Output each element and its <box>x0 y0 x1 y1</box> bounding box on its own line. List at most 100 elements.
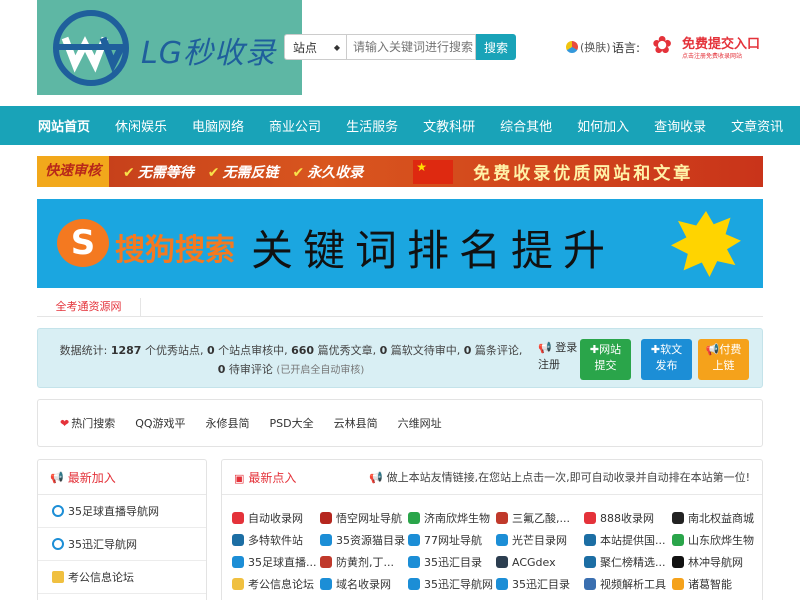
publish-article-button[interactable]: ✚软文 发布 <box>641 339 692 380</box>
search-type-select[interactable]: 站点 ◆ <box>284 34 346 60</box>
site-favicon-icon <box>496 534 508 546</box>
nav-computer[interactable]: 电脑网络 <box>192 116 244 135</box>
site-link[interactable]: 悟空网址导航 <box>320 510 408 526</box>
site-link-label: 考公信息论坛 <box>248 578 314 591</box>
site-link[interactable]: 南北权益商城 <box>672 510 760 526</box>
site-link-label: 防黄剂,丁... <box>336 556 394 569</box>
megaphone-icon: 📢 <box>369 471 384 484</box>
chevron-updown-icon: ◆ <box>333 42 340 52</box>
free-submit-title: 免费提交入口 <box>682 37 761 52</box>
list-item[interactable]: 35迅汇导航网 <box>38 528 206 561</box>
grid-icon: ▣ <box>234 471 245 485</box>
search-input[interactable] <box>346 34 476 60</box>
nav-other[interactable]: 综合其他 <box>500 116 552 135</box>
site-link[interactable]: 35足球直播... <box>232 554 320 570</box>
submit-site-button[interactable]: ✚网站 提交 <box>580 339 631 380</box>
check-icon: ✔ <box>292 164 305 181</box>
nav-leisure[interactable]: 休闲娱乐 <box>115 116 167 135</box>
site-link-label: 35足球直播... <box>248 556 317 569</box>
paid-link-button[interactable]: 📢付费 上链 <box>698 339 749 380</box>
site-favicon-icon <box>672 556 684 568</box>
promo-banner-fast-review[interactable]: 快速审核 ✔无需等待 ✔无需反链 ✔永久收录 免费收录优质网站和文章 <box>37 156 763 187</box>
site-favicon-icon <box>496 578 508 590</box>
panel-header: 📢 最新加入 <box>38 460 206 495</box>
palette-icon <box>566 41 578 53</box>
search-button[interactable]: 搜索 <box>476 34 516 60</box>
register-link[interactable]: 注册 <box>538 358 560 371</box>
hot-search-item[interactable]: PSD大全 <box>270 415 314 431</box>
header: LG秒收录 站点 ◆ 搜索 (换肤) 语言: ✿ 免费提交入口 点击注册免费收录… <box>0 0 800 106</box>
site-link[interactable]: 光芒目录网 <box>496 532 584 548</box>
site-link-label: 35迅汇目录 <box>424 556 482 569</box>
site-link[interactable]: 多特软件站 <box>232 532 320 548</box>
plus-icon: ✚ <box>650 343 661 356</box>
megaphone-icon: 📢 <box>50 470 64 484</box>
site-link[interactable]: 域名收录网 <box>320 576 408 592</box>
nav-how-to-join[interactable]: 如何加入 <box>577 116 629 135</box>
nav-education[interactable]: 文教科研 <box>423 116 475 135</box>
hot-search-item[interactable]: 六维网址 <box>398 415 442 431</box>
site-link[interactable]: 三氟乙酸,... <box>496 510 584 526</box>
china-flag-icon <box>413 159 454 184</box>
site-favicon-icon <box>320 512 332 524</box>
site-link-label: 888收录网 <box>600 512 654 525</box>
site-link-label: 35迅汇目录 <box>512 578 570 591</box>
site-link[interactable]: 本站提供国... <box>584 532 672 548</box>
site-favicon-icon <box>584 578 596 590</box>
site-link[interactable]: 济南欣烨生物 <box>408 510 496 526</box>
stats-panel: 数据统计: 1287 个优秀站点, 0 个站点审核中, 660 篇优秀文章, 0… <box>37 328 763 388</box>
site-link[interactable]: 自动收录网 <box>232 510 320 526</box>
hot-search-item[interactable]: QQ游戏平 <box>135 415 185 431</box>
panel-header: ▣ 最新点入 📢 做上本站友情链接,在您站上点击一次,即可自动收录并自动排在本站第… <box>222 460 762 495</box>
text-ad-link[interactable]: 全考通资源网 <box>37 298 141 317</box>
site-link[interactable]: 防黄剂,丁... <box>320 554 408 570</box>
panel-title: 最新加入 <box>67 470 116 485</box>
site-link[interactable]: 35迅汇目录 <box>408 554 496 570</box>
stats-text: 数据统计: 1287 个优秀站点, 0 个站点审核中, 660 篇优秀文章, 0… <box>59 344 523 376</box>
hot-search-item[interactable]: 永修县简 <box>206 415 250 431</box>
latest-join-panel: 📢 最新加入 35足球直播导航网 35迅汇导航网 考公信息论坛 <box>37 459 207 600</box>
skin-label: (换肤) <box>580 41 611 54</box>
site-link-label: 山东欣烨生物 <box>688 534 754 547</box>
latest-click-panel: ▣ 最新点入 📢 做上本站友情链接,在您站上点击一次,即可自动收录并自动排在本站第… <box>221 459 763 600</box>
site-favicon-icon <box>408 512 420 524</box>
site-link[interactable]: 35资源猫目录 <box>320 532 408 548</box>
site-link[interactable]: 77网址导航 <box>408 532 496 548</box>
hot-search-item[interactable]: 云林县简 <box>334 415 378 431</box>
skin-switch[interactable]: (换肤) <box>566 39 611 55</box>
site-link[interactable]: 35迅汇导航网 <box>408 576 496 592</box>
login-link[interactable]: 登录 <box>555 341 577 354</box>
nav-business[interactable]: 商业公司 <box>269 116 321 135</box>
site-link[interactable]: 山东欣烨生物 <box>672 532 760 548</box>
site-favicon-icon <box>672 578 684 590</box>
site-link[interactable]: 35迅汇目录 <box>496 576 584 592</box>
site-link[interactable]: ACGdex <box>496 554 584 570</box>
flower-icon: ✿ <box>652 31 673 59</box>
site-link[interactable]: 诸葛智能 <box>672 576 760 592</box>
nav-home[interactable]: 网站首页 <box>38 116 90 135</box>
main-nav: 网站首页 休闲娱乐 电脑网络 商业公司 生活服务 文教科研 综合其他 如何加入 … <box>0 106 800 145</box>
language-label[interactable]: 语言: <box>612 39 640 56</box>
nav-check-index[interactable]: 查询收录 <box>654 116 706 135</box>
site-icon <box>52 505 64 517</box>
promo-banner-sogou[interactable]: S 搜狗搜索 关键词排名提升 <box>37 199 763 288</box>
nav-articles[interactable]: 文章资讯 <box>731 116 783 135</box>
site-icon <box>52 571 64 583</box>
list-item[interactable]: 35足球直播导航网 <box>38 495 206 528</box>
site-favicon-icon <box>408 556 420 568</box>
site-favicon-icon <box>408 534 420 546</box>
site-link[interactable]: 视频解析工具 <box>584 576 672 592</box>
search-type-value: 站点 <box>293 40 318 55</box>
site-favicon-icon <box>584 556 596 568</box>
site-link[interactable]: 888收录网 <box>584 510 672 526</box>
site-link[interactable]: 考公信息论坛 <box>232 576 320 592</box>
nav-life[interactable]: 生活服务 <box>346 116 398 135</box>
latest-click-grid: 自动收录网 悟空网址导航 济南欣烨生物 三氟乙酸,... 888收录网 南北权益商城多特软… <box>232 510 762 592</box>
site-link[interactable]: 林冲导航网 <box>672 554 760 570</box>
site-link[interactable]: 聚仁榜精选... <box>584 554 672 570</box>
list-item[interactable]: 考公信息论坛 <box>38 561 206 594</box>
plus-icon: ✚ <box>589 343 600 356</box>
site-logo[interactable]: LG秒收录 <box>37 0 302 95</box>
site-link-label: ACGdex <box>512 555 556 569</box>
free-submit-entry[interactable]: ✿ 免费提交入口 点击注册免费收录网站 <box>652 32 762 62</box>
